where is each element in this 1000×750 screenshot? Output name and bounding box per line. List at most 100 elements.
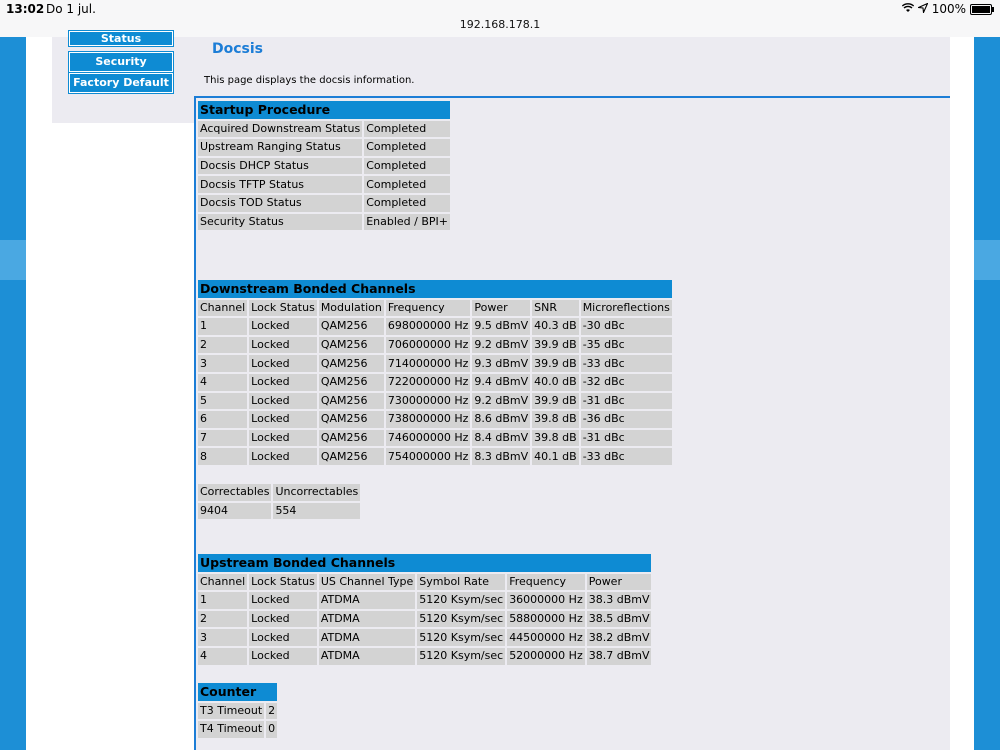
table-cell: 44500000 Hz <box>507 629 585 646</box>
upstream-channels-table: Upstream Bonded Channels Channel Lock St… <box>196 552 653 667</box>
status-date: Do 1 jul. <box>46 2 96 16</box>
table-row: 5 Locked QAM256 730000000 Hz 9.2 dBmV 39.9 dB… <box>198 392 672 410</box>
table-cell: Locked <box>249 610 317 628</box>
wifi-icon <box>901 2 914 16</box>
table-row: 6 Locked QAM256 738000000 Hz 8.6 dBmV 39.8 dB… <box>198 411 672 428</box>
status-indicators: 100% <box>901 2 994 16</box>
table-cell: 5120 Ksym/sec <box>417 629 506 646</box>
table-cell: 38.5 dBmV <box>586 610 652 628</box>
column-header: Channel <box>198 573 248 591</box>
table-cell: Upstream Ranging Status <box>198 139 363 156</box>
error-counts-table: Correctables Uncorrectables 9404 554 <box>196 482 362 521</box>
table-cell: Locked <box>249 647 317 665</box>
column-header: Frequency <box>385 299 471 317</box>
table-cell: Completed <box>364 120 450 138</box>
table-cell: Locked <box>249 592 317 609</box>
section-header: Counter <box>198 683 278 701</box>
column-header: SNR <box>532 299 579 317</box>
table-cell: 8.3 dBmV <box>472 448 531 465</box>
router-page: Status Security Factory Default Docsis T… <box>26 30 974 750</box>
table-row: Docsis TFTP Status Completed <box>198 176 450 193</box>
page-edge-right <box>974 37 1000 750</box>
table-cell: 40.3 dB <box>532 318 579 335</box>
table-cell: ATDMA <box>318 592 416 609</box>
uncorrectables-value: 554 <box>273 502 361 520</box>
table-cell: 738000000 Hz <box>385 411 471 428</box>
column-header: Microreflections <box>580 299 672 317</box>
table-cell: 40.0 dB <box>532 373 579 391</box>
table-cell: QAM256 <box>318 336 384 354</box>
table-cell: 40.1 dB <box>532 448 579 465</box>
table-cell: QAM256 <box>318 318 384 335</box>
table-cell: 8.6 dBmV <box>472 411 531 428</box>
table-cell: 9.2 dBmV <box>472 392 531 410</box>
table-row: 4 Locked ATDMA 5120 Ksym/sec 52000000 Hz 38.7… <box>198 647 652 665</box>
table-cell: ATDMA <box>318 647 416 665</box>
page-description: This page displays the docsis informatio… <box>204 75 415 86</box>
table-row: 1 Locked ATDMA 5120 Ksym/sec 36000000 Hz 38.3… <box>198 592 652 609</box>
table-header-row: Channel Lock Status Modulation Frequency… <box>198 299 672 317</box>
table-row: Security Status Enabled / BPI+ <box>198 213 450 231</box>
section-header: Upstream Bonded Channels <box>198 554 652 572</box>
address-bar[interactable]: 192.168.178.1 <box>0 18 1000 31</box>
table-cell: ATDMA <box>318 629 416 646</box>
startup-procedure-table: Startup Procedure Acquired Downstream St… <box>196 99 452 232</box>
table-cell: QAM256 <box>318 429 384 447</box>
table-cell: 39.8 dB <box>532 411 579 428</box>
table-cell: 52000000 Hz <box>507 647 585 665</box>
table-cell: Docsis TFTP Status <box>198 176 363 193</box>
table-cell: 8 <box>198 448 248 465</box>
table-cell: T3 Timeout <box>198 702 265 720</box>
table-row: 8 Locked QAM256 754000000 Hz 8.3 dBmV 40.1 dB… <box>198 448 672 465</box>
section-header: Downstream Bonded Channels <box>198 280 672 298</box>
sidebar-item-security[interactable]: Security <box>68 51 174 73</box>
table-cell: 9.3 dBmV <box>472 355 531 372</box>
table-cell: Locked <box>249 392 317 410</box>
table-cell: 0 <box>266 721 278 738</box>
table-row: T4 Timeout 0 <box>198 721 278 738</box>
table-cell: 5120 Ksym/sec <box>417 592 506 609</box>
table-cell: -31 dBc <box>580 392 672 410</box>
column-header: Frequency <box>507 573 585 591</box>
table-cell: 714000000 Hz <box>385 355 471 372</box>
table-cell: 38.7 dBmV <box>586 647 652 665</box>
column-header: Lock Status <box>249 573 317 591</box>
table-cell: 698000000 Hz <box>385 318 471 335</box>
table-cell: 9.5 dBmV <box>472 318 531 335</box>
column-header: Power <box>586 573 652 591</box>
table-row: Upstream Ranging Status Completed <box>198 139 450 156</box>
column-header: Power <box>472 299 531 317</box>
correctables-value: 9404 <box>198 502 272 520</box>
sidebar: Status Security Factory Default <box>52 30 214 123</box>
column-header: Uncorrectables <box>273 484 361 501</box>
table-row: Docsis TOD Status Completed <box>198 194 450 212</box>
table-cell: 38.3 dBmV <box>586 592 652 609</box>
sidebar-item-factory-default[interactable]: Factory Default <box>68 72 174 94</box>
page-title: Docsis <box>212 41 264 57</box>
table-cell: 6 <box>198 411 248 428</box>
table-row: 2 Locked QAM256 706000000 Hz 9.2 dBmV 39.9 dB… <box>198 336 672 354</box>
column-header: Correctables <box>198 484 272 501</box>
table-cell: 58800000 Hz <box>507 610 585 628</box>
table-cell: -30 dBc <box>580 318 672 335</box>
table-row: 7 Locked QAM256 746000000 Hz 8.4 dBmV 39.8 dB… <box>198 429 672 447</box>
table-cell: -33 dBc <box>580 448 672 465</box>
table-cell: Locked <box>249 411 317 428</box>
column-header: Channel <box>198 299 248 317</box>
table-cell: 1 <box>198 592 248 609</box>
table-cell: Locked <box>249 336 317 354</box>
battery-icon <box>970 3 994 15</box>
table-cell: -32 dBc <box>580 373 672 391</box>
table-cell: 39.8 dB <box>532 429 579 447</box>
table-cell: 9.2 dBmV <box>472 336 531 354</box>
table-cell: T4 Timeout <box>198 721 265 738</box>
table-cell: Locked <box>249 429 317 447</box>
table-row: 3 Locked ATDMA 5120 Ksym/sec 44500000 Hz 38.2… <box>198 629 652 646</box>
table-cell: 5120 Ksym/sec <box>417 610 506 628</box>
table-header-row: Correctables Uncorrectables <box>198 484 361 501</box>
sidebar-item-status[interactable]: Status <box>68 30 174 47</box>
downstream-channels-table: Downstream Bonded Channels Channel Lock … <box>196 278 674 467</box>
table-cell: Completed <box>364 139 450 156</box>
table-cell: -33 dBc <box>580 355 672 372</box>
table-row: 4 Locked QAM256 722000000 Hz 9.4 dBmV 40.0 dB… <box>198 373 672 391</box>
